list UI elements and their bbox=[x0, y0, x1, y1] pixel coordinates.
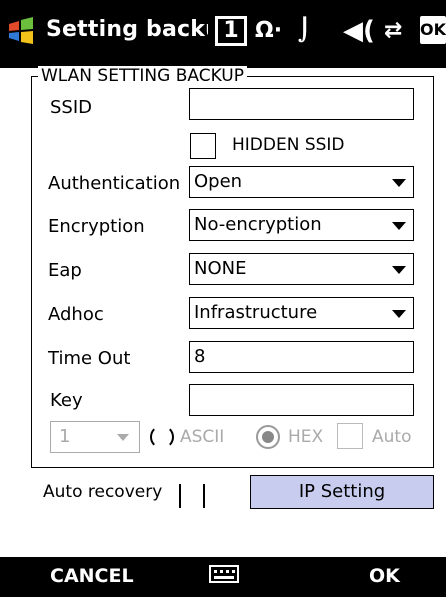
window-title: Setting backup bbox=[46, 17, 208, 42]
ascii-radio[interactable] bbox=[150, 425, 174, 449]
encryption-label: Encryption bbox=[48, 216, 145, 237]
adhoc-label: Adhoc bbox=[48, 304, 104, 325]
eap-label: Eap bbox=[48, 260, 82, 281]
battery-icon[interactable]: ⌡ bbox=[298, 14, 311, 48]
key-index-value: 1 bbox=[59, 426, 71, 447]
title-bar: Setting backup 1 Ω· ⌡ ◀( ⇄ OK bbox=[0, 0, 446, 68]
authentication-select[interactable]: Open bbox=[189, 166, 414, 198]
hidden-ssid-checkbox[interactable] bbox=[190, 133, 216, 159]
eap-select[interactable]: NONE bbox=[189, 253, 414, 285]
chevron-down-icon bbox=[392, 179, 406, 187]
auto-label: Auto bbox=[372, 427, 412, 447]
adhoc-value: Infrastructure bbox=[194, 302, 318, 323]
hidden-ssid-label: HIDDEN SSID bbox=[232, 135, 345, 155]
key-label: Key bbox=[50, 390, 83, 411]
cancel-softkey[interactable]: CANCEL bbox=[50, 565, 134, 587]
hex-label: HEX bbox=[288, 427, 324, 447]
auto-recovery-label: Auto recovery bbox=[43, 482, 163, 502]
ssid-input[interactable] bbox=[189, 88, 414, 120]
adhoc-select[interactable]: Infrastructure bbox=[189, 297, 414, 329]
chevron-down-icon bbox=[392, 222, 406, 230]
connection-icon[interactable]: ⇄ bbox=[384, 14, 402, 48]
ok-softkey[interactable]: OK bbox=[369, 565, 400, 587]
key-index-select[interactable]: 1 bbox=[50, 421, 140, 453]
ascii-label: ASCII bbox=[180, 427, 225, 447]
chevron-down-icon bbox=[392, 310, 406, 318]
chevron-down-icon bbox=[392, 266, 406, 274]
signal-icon[interactable]: Ω· bbox=[255, 14, 282, 48]
eap-value: NONE bbox=[194, 258, 247, 279]
authentication-label: Authentication bbox=[48, 173, 181, 194]
windows-logo-icon[interactable] bbox=[6, 16, 36, 46]
timeout-input[interactable]: 8 bbox=[189, 341, 414, 373]
divider bbox=[179, 484, 181, 508]
title-ok-button[interactable]: OK bbox=[420, 16, 446, 44]
auto-checkbox[interactable] bbox=[337, 423, 363, 449]
encryption-select[interactable]: No-encryption bbox=[189, 209, 414, 241]
hex-radio[interactable] bbox=[256, 425, 280, 449]
speaker-icon[interactable]: ◀( bbox=[343, 14, 375, 48]
key-input[interactable] bbox=[189, 384, 414, 416]
timeout-label: Time Out bbox=[48, 348, 131, 369]
group-legend: WLAN SETTING BACKUP bbox=[38, 66, 247, 86]
divider bbox=[203, 484, 205, 508]
keyboard-icon[interactable] bbox=[209, 565, 239, 583]
chevron-down-icon bbox=[117, 434, 129, 441]
ip-setting-button[interactable]: IP Setting bbox=[250, 475, 434, 509]
softkey-bar: CANCEL OK bbox=[0, 557, 446, 597]
authentication-value: Open bbox=[194, 171, 243, 192]
encryption-value: No-encryption bbox=[194, 214, 322, 235]
ssid-label: SSID bbox=[50, 97, 93, 118]
sim-card-icon[interactable]: 1 bbox=[215, 16, 247, 46]
